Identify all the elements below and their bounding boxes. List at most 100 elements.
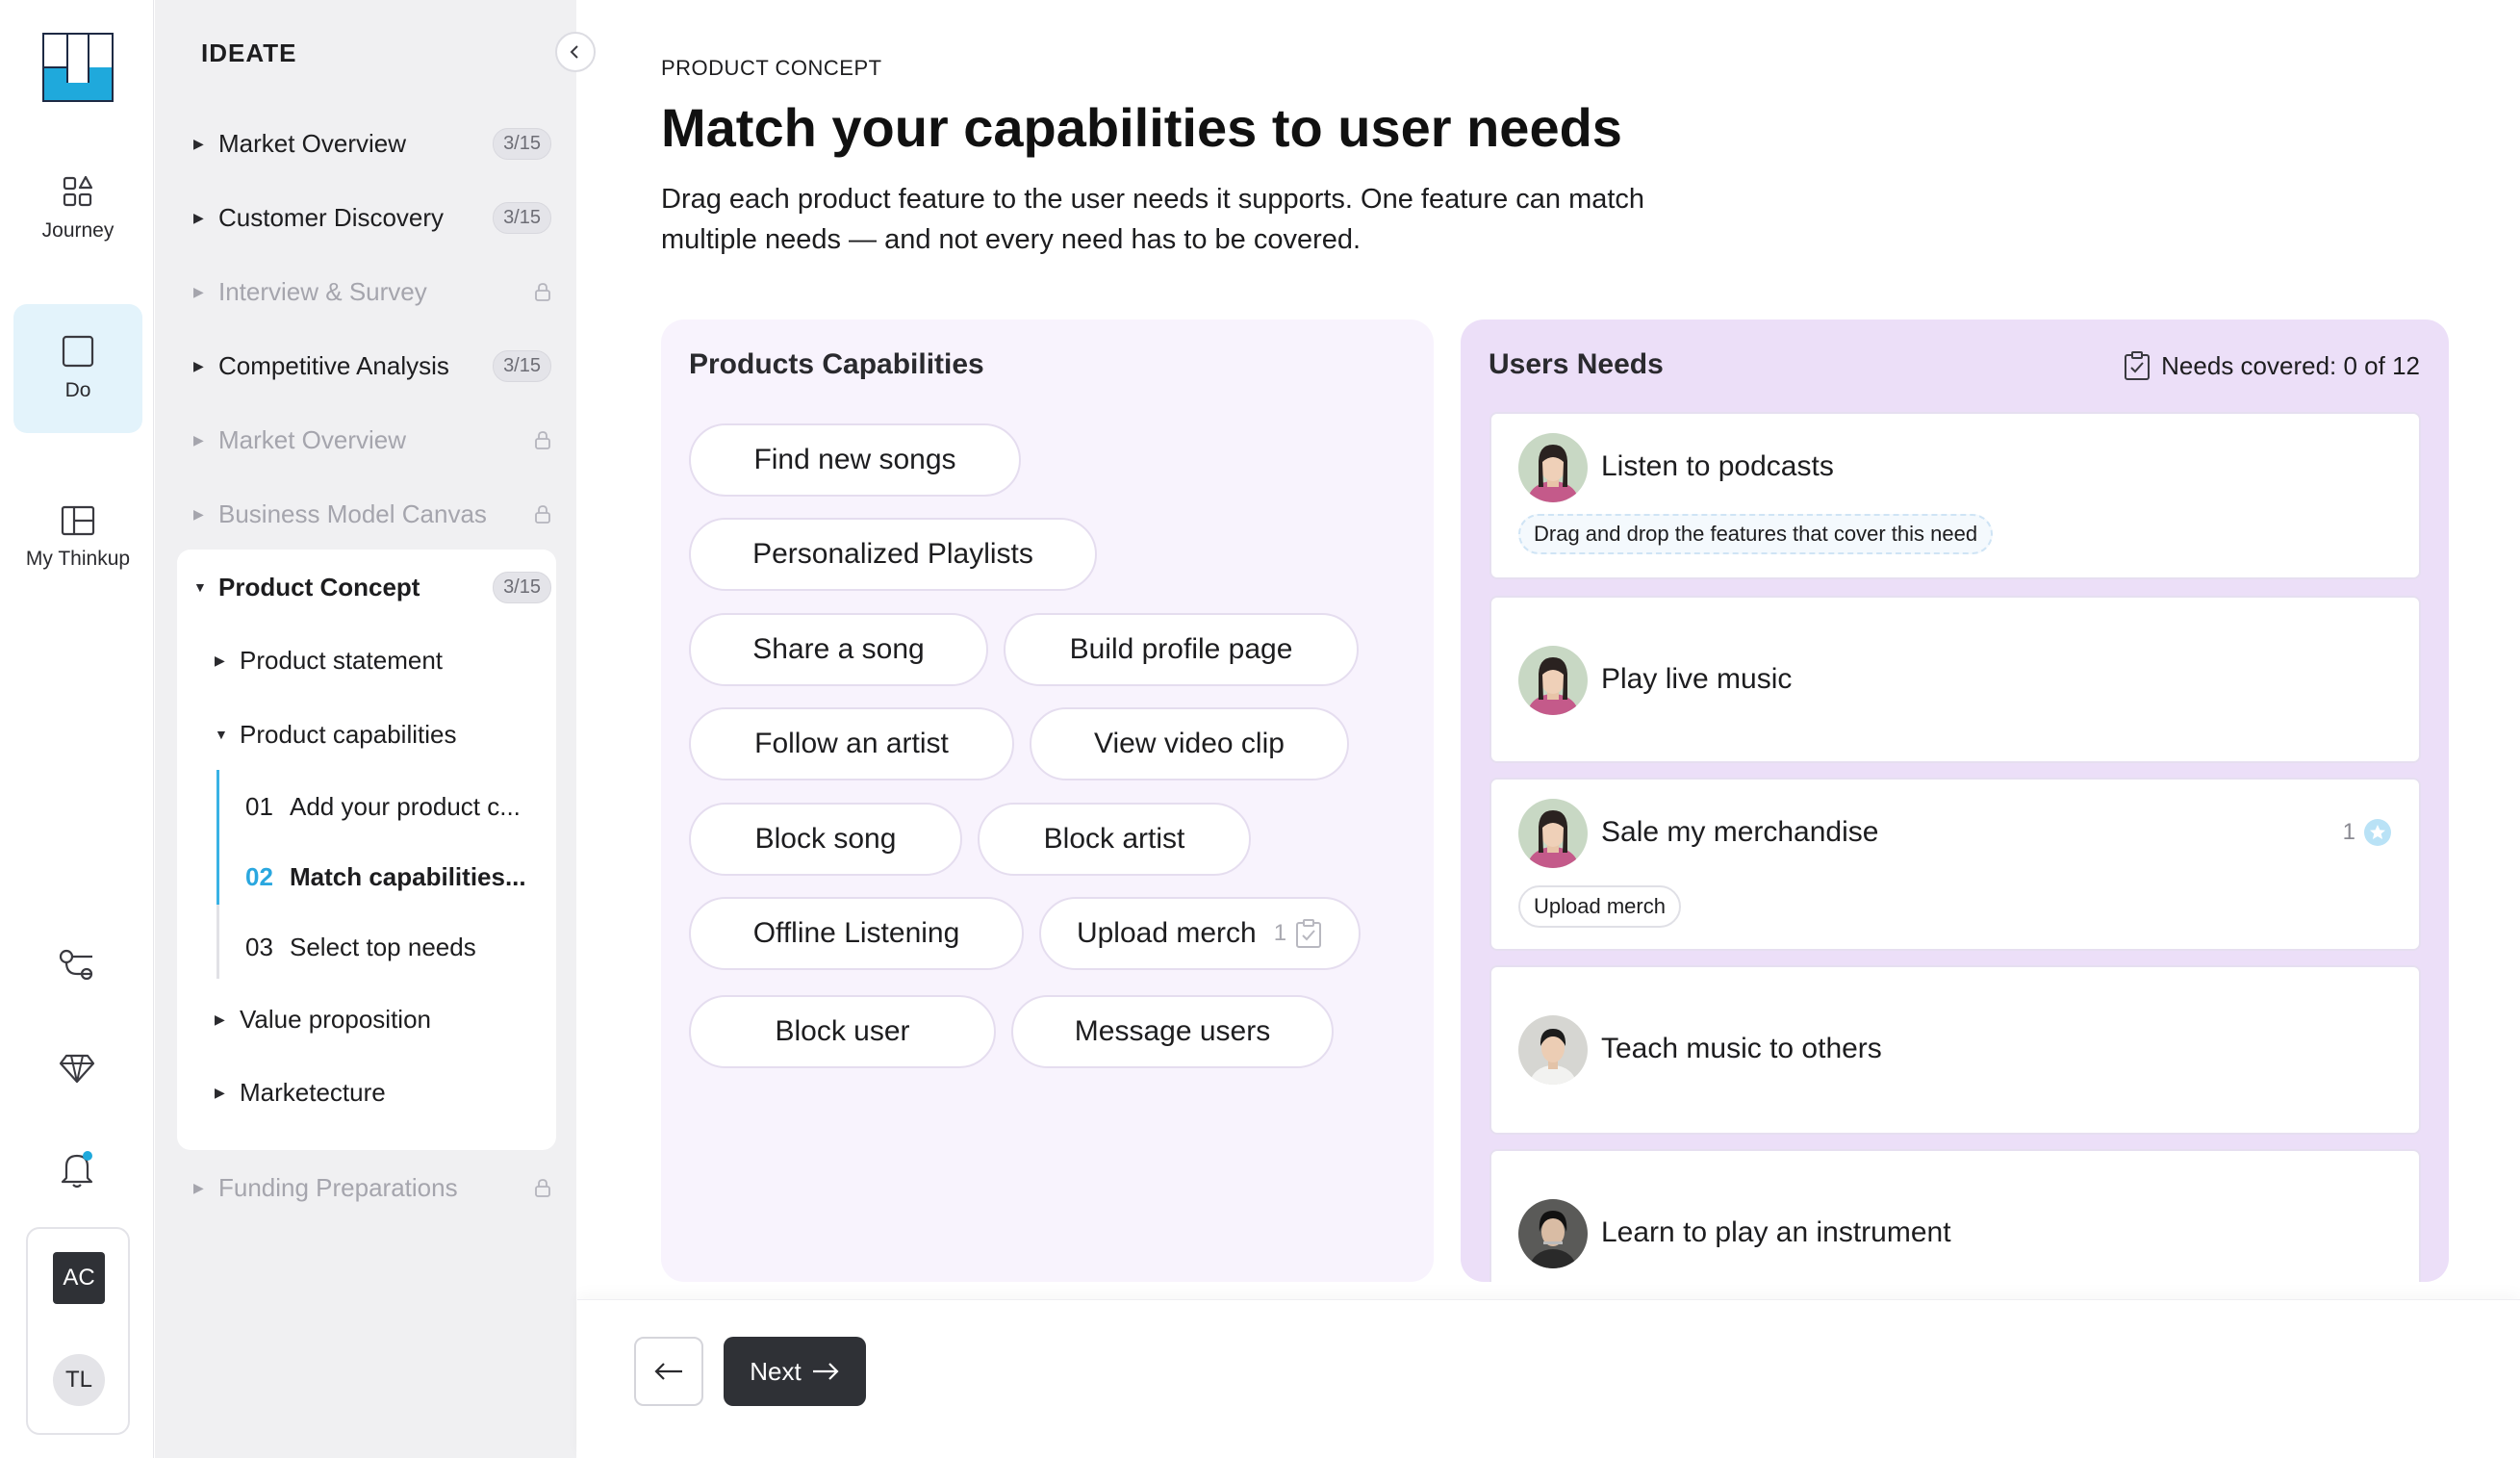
user-avatar-tl[interactable]: TL	[53, 1354, 105, 1406]
steps-track-progress	[216, 770, 219, 905]
sidebar-item-label: Business Model Canvas	[218, 499, 487, 528]
caret-right-icon: ▶	[193, 135, 204, 151]
matched-feature-chip[interactable]: Upload merch	[1518, 885, 1681, 928]
next-button[interactable]: Next	[724, 1337, 866, 1406]
need-title: Sale my merchandise	[1601, 816, 1879, 848]
step-label: Select top needs	[290, 932, 476, 961]
flow-icon[interactable]	[56, 944, 98, 986]
need-card[interactable]: Teach music to others	[1489, 965, 2421, 1135]
sidebar-item-customer-discovery[interactable]: ▶ Customer Discovery 3/15	[193, 193, 551, 242]
rail-journey-label: Journey	[41, 219, 115, 242]
capability-chip[interactable]: Find new songs	[689, 423, 1021, 497]
sidebar-subitem-marketecture[interactable]: ▶ Marketecture	[215, 1068, 522, 1116]
capabilities-panel: Products Capabilities Find new songs Per…	[661, 320, 1434, 1282]
bell-icon[interactable]	[56, 1148, 98, 1190]
arrow-left-icon	[654, 1363, 682, 1380]
sidebar-subitem-value-proposition[interactable]: ▶ Value proposition	[215, 995, 522, 1043]
capability-chip-label: Personalized Playlists	[752, 538, 1033, 570]
caret-right-icon: ▶	[193, 431, 204, 448]
step-select-top-needs[interactable]: 03 Select top needs	[245, 923, 534, 971]
caret-down-icon: ▼	[215, 727, 228, 742]
step-match-capabilities[interactable]: 02 Match capabilities...	[245, 853, 534, 901]
back-button[interactable]	[634, 1337, 703, 1406]
avatar	[1518, 433, 1588, 502]
need-card[interactable]: Play live music	[1489, 596, 2421, 763]
sidebar-subitem-label: Value proposition	[240, 1004, 431, 1034]
sidebar-subitem-label: Product statement	[240, 645, 443, 675]
sidebar-item-market-overview[interactable]: ▶ Market Overview 3/15	[193, 119, 551, 167]
sidebar-item-competitive-analysis[interactable]: ▶ Competitive Analysis 3/15	[193, 342, 551, 390]
need-card[interactable]: Listen to podcasts Drag and drop the fea…	[1489, 412, 2421, 579]
need-title: Teach music to others	[1601, 1033, 1882, 1064]
caret-right-icon: ▶	[215, 652, 225, 668]
next-button-label: Next	[750, 1356, 802, 1386]
capability-chip[interactable]: Offline Listening	[689, 897, 1024, 970]
rail-my-thinkup[interactable]: My Thinkup	[13, 473, 142, 602]
capability-chip[interactable]: Block song	[689, 803, 962, 876]
drop-zone-hint[interactable]: Drag and drop the features that cover th…	[1518, 514, 1994, 554]
sidebar-item-product-concept[interactable]: ▼ Product Concept 3/15	[193, 563, 551, 611]
capability-chip-label: Build profile page	[1069, 633, 1293, 665]
capability-chip[interactable]: Personalized Playlists	[689, 518, 1097, 591]
step-number: 03	[245, 932, 273, 961]
sidebar-subitem-product-statement[interactable]: ▶ Product statement	[215, 636, 522, 684]
arrow-right-icon	[812, 1363, 839, 1380]
lock-icon	[535, 431, 550, 449]
lock-icon	[535, 505, 550, 524]
sidebar-item-market-overview-2: ▶ Market Overview	[193, 416, 551, 464]
diamond-icon[interactable]	[56, 1047, 98, 1089]
need-match-count-value: 1	[2342, 819, 2355, 845]
avatar	[1518, 799, 1588, 868]
sidebar-item-label: Market Overview	[218, 424, 407, 454]
user-avatar-ac[interactable]: AC	[53, 1252, 105, 1304]
step-number: 02	[245, 861, 273, 891]
page-title: Match your capabilities to user needs	[661, 97, 1622, 158]
caret-right-icon: ▶	[193, 357, 204, 373]
capability-chip-label: Offline Listening	[752, 917, 960, 949]
app-logo[interactable]	[42, 33, 114, 102]
needs-title: Users Needs	[1489, 348, 1664, 380]
sidebar-item-business-model-canvas: ▶ Business Model Canvas	[193, 490, 551, 538]
needs-panel: Users Needs Needs covered: 0 of 12 Liste…	[1461, 320, 2449, 1282]
capability-chip-label: Find new songs	[753, 444, 956, 475]
capability-chip-label: Upload merch	[1076, 917, 1257, 949]
caret-right-icon: ▶	[193, 283, 204, 299]
capability-chip[interactable]: Follow an artist	[689, 707, 1014, 780]
capability-chip[interactable]: Share a song	[689, 613, 988, 686]
sidebar-item-label: Competitive Analysis	[218, 350, 449, 380]
layout-icon	[61, 505, 95, 536]
rail-do[interactable]: Do	[13, 304, 142, 433]
caret-right-icon: ▶	[215, 1010, 225, 1027]
caret-right-icon: ▶	[215, 1084, 225, 1100]
sidebar-item-funding-preparations: ▶ Funding Preparations	[193, 1164, 551, 1212]
capability-chip-label: Message users	[1074, 1015, 1271, 1047]
caret-right-icon: ▶	[193, 1179, 204, 1195]
need-match-count: 1	[2343, 818, 2392, 847]
need-card[interactable]: Sale my merchandise 1 Upload merch	[1489, 778, 2421, 951]
lock-icon	[535, 283, 550, 301]
capability-chip-label: Share a song	[752, 633, 925, 665]
capability-chip[interactable]: View video clip	[1030, 707, 1349, 780]
step-add-product-capabilities[interactable]: 01 Add your product c...	[245, 782, 534, 831]
capability-chip[interactable]: Build profile page	[1004, 613, 1359, 686]
capability-chip-label: Follow an artist	[754, 728, 949, 759]
sidebar-item-label: Market Overview	[218, 128, 407, 158]
avatar	[1518, 646, 1588, 715]
left-rail: Journey Do My Thinkup AC TL	[0, 0, 154, 1458]
rail-journey[interactable]: Journey	[13, 144, 142, 273]
capability-chip[interactable]: Block artist	[978, 803, 1251, 876]
need-card[interactable]: Learn to play an instrument	[1489, 1149, 2421, 1282]
sidebar-subitem-label: Product capabilities	[240, 719, 457, 749]
capability-chip[interactable]: Block user	[689, 995, 996, 1068]
sidebar-subitem-product-capabilities[interactable]: ▼ Product capabilities	[215, 710, 522, 758]
capability-chip[interactable]: Upload merch 1	[1039, 897, 1361, 970]
sidebar-item-label: Customer Discovery	[218, 202, 445, 232]
need-title: Listen to podcasts	[1601, 450, 1834, 482]
step-label: Add your product c...	[290, 791, 521, 821]
capability-chip[interactable]: Message users	[1011, 995, 1334, 1068]
sidebar: IDEATE ▶ Market Overview 3/15 ▶ Customer…	[155, 0, 576, 1458]
collapse-sidebar-button[interactable]	[555, 32, 596, 72]
page-description: Drag each product feature to the user ne…	[661, 184, 1645, 255]
sidebar-subitem-label: Marketecture	[240, 1077, 386, 1107]
caret-down-icon: ▼	[193, 579, 207, 595]
